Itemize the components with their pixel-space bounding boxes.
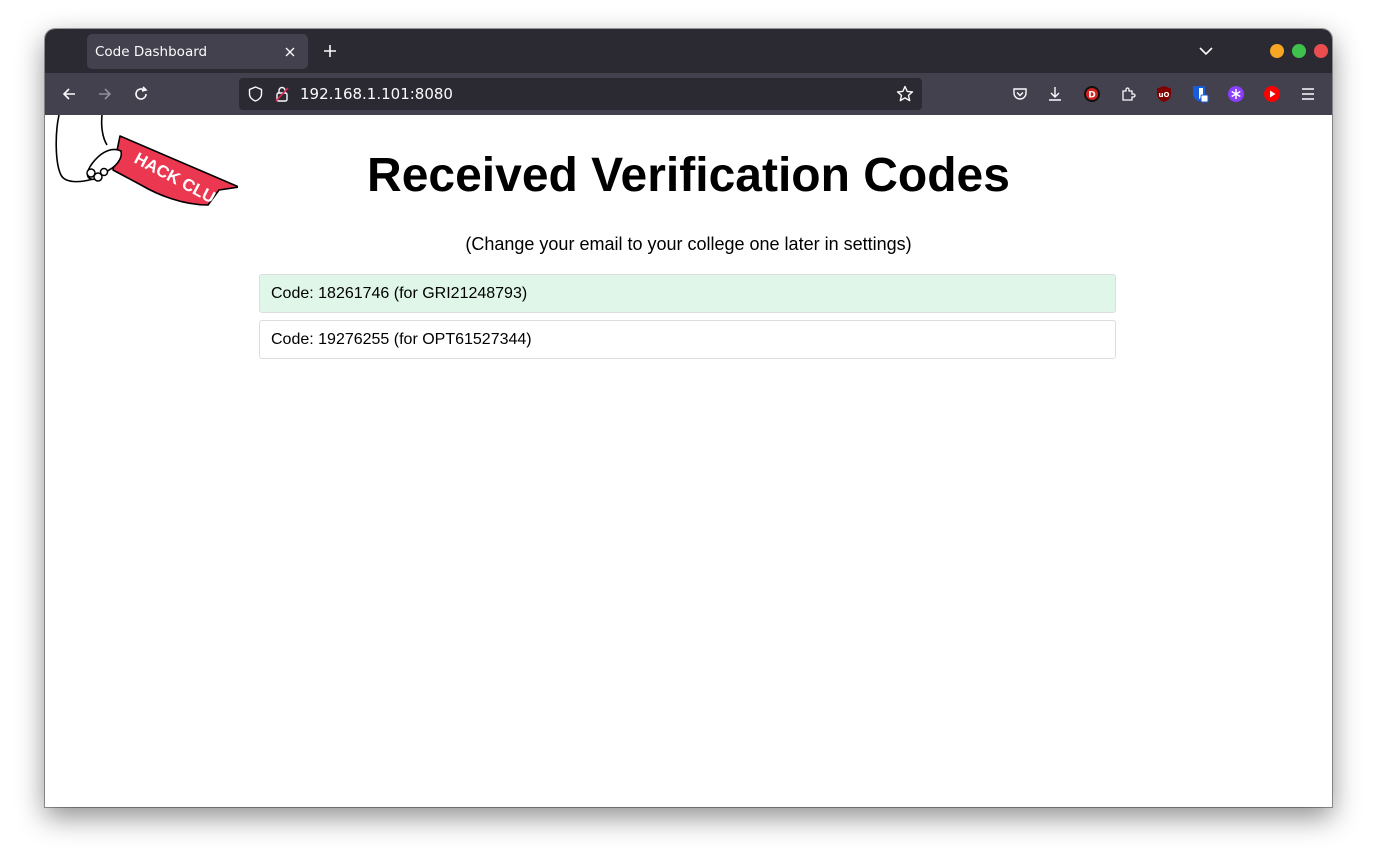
code-text: Code: 19276255 (for OPT61527344) bbox=[271, 330, 532, 348]
code-item-highlighted: Code: 18261746 (for GRI21248793) bbox=[259, 274, 1116, 313]
new-tab-icon[interactable] bbox=[318, 39, 342, 63]
list-all-tabs-icon[interactable] bbox=[1194, 39, 1218, 63]
url-text[interactable]: 192.168.1.101:8080 bbox=[300, 85, 453, 103]
bookmark-star-icon[interactable] bbox=[896, 85, 914, 108]
page-content: HACK CLUB Received Verification Codes (C… bbox=[45, 115, 1332, 807]
tab-code-dashboard[interactable]: Code Dashboard bbox=[87, 34, 308, 69]
insecure-lock-icon[interactable] bbox=[275, 85, 289, 108]
ublock-icon[interactable]: uO bbox=[1152, 82, 1176, 106]
minimize-button[interactable] bbox=[1270, 44, 1284, 58]
menu-icon[interactable] bbox=[1296, 82, 1320, 106]
back-icon[interactable] bbox=[57, 82, 81, 106]
close-window-button[interactable] bbox=[1314, 44, 1328, 58]
tab-title: Code Dashboard bbox=[95, 43, 208, 60]
snowflake-extension-icon[interactable] bbox=[1224, 82, 1248, 106]
dashlane-icon[interactable]: D bbox=[1080, 82, 1104, 106]
tab-close-icon[interactable] bbox=[278, 40, 302, 64]
tab-bar: Code Dashboard bbox=[45, 29, 1332, 73]
page-title: Received Verification Codes bbox=[367, 149, 1010, 202]
svg-text:uO: uO bbox=[1159, 91, 1170, 99]
page-subtitle: (Change your email to your college one l… bbox=[465, 234, 912, 254]
code-item: Code: 19276255 (for OPT61527344) bbox=[259, 320, 1116, 359]
pocket-icon[interactable] bbox=[1008, 82, 1032, 106]
youtube-icon[interactable] bbox=[1260, 82, 1284, 106]
browser-window: Code Dashboard 192.168.1.101:8080 D uO H… bbox=[45, 29, 1332, 807]
forward-icon[interactable] bbox=[93, 82, 117, 106]
download-icon[interactable] bbox=[1043, 82, 1067, 106]
extensions-icon[interactable] bbox=[1116, 82, 1140, 106]
reload-icon[interactable] bbox=[129, 82, 153, 106]
code-text: Code: 18261746 (for GRI21248793) bbox=[271, 284, 528, 302]
bitwarden-icon[interactable] bbox=[1188, 82, 1212, 106]
svg-text:D: D bbox=[1088, 91, 1095, 101]
maximize-button[interactable] bbox=[1292, 44, 1306, 58]
navigation-toolbar: 192.168.1.101:8080 D uO bbox=[45, 73, 1332, 115]
url-bar[interactable]: 192.168.1.101:8080 bbox=[239, 78, 922, 110]
tracking-protection-shield-icon[interactable] bbox=[248, 86, 263, 107]
